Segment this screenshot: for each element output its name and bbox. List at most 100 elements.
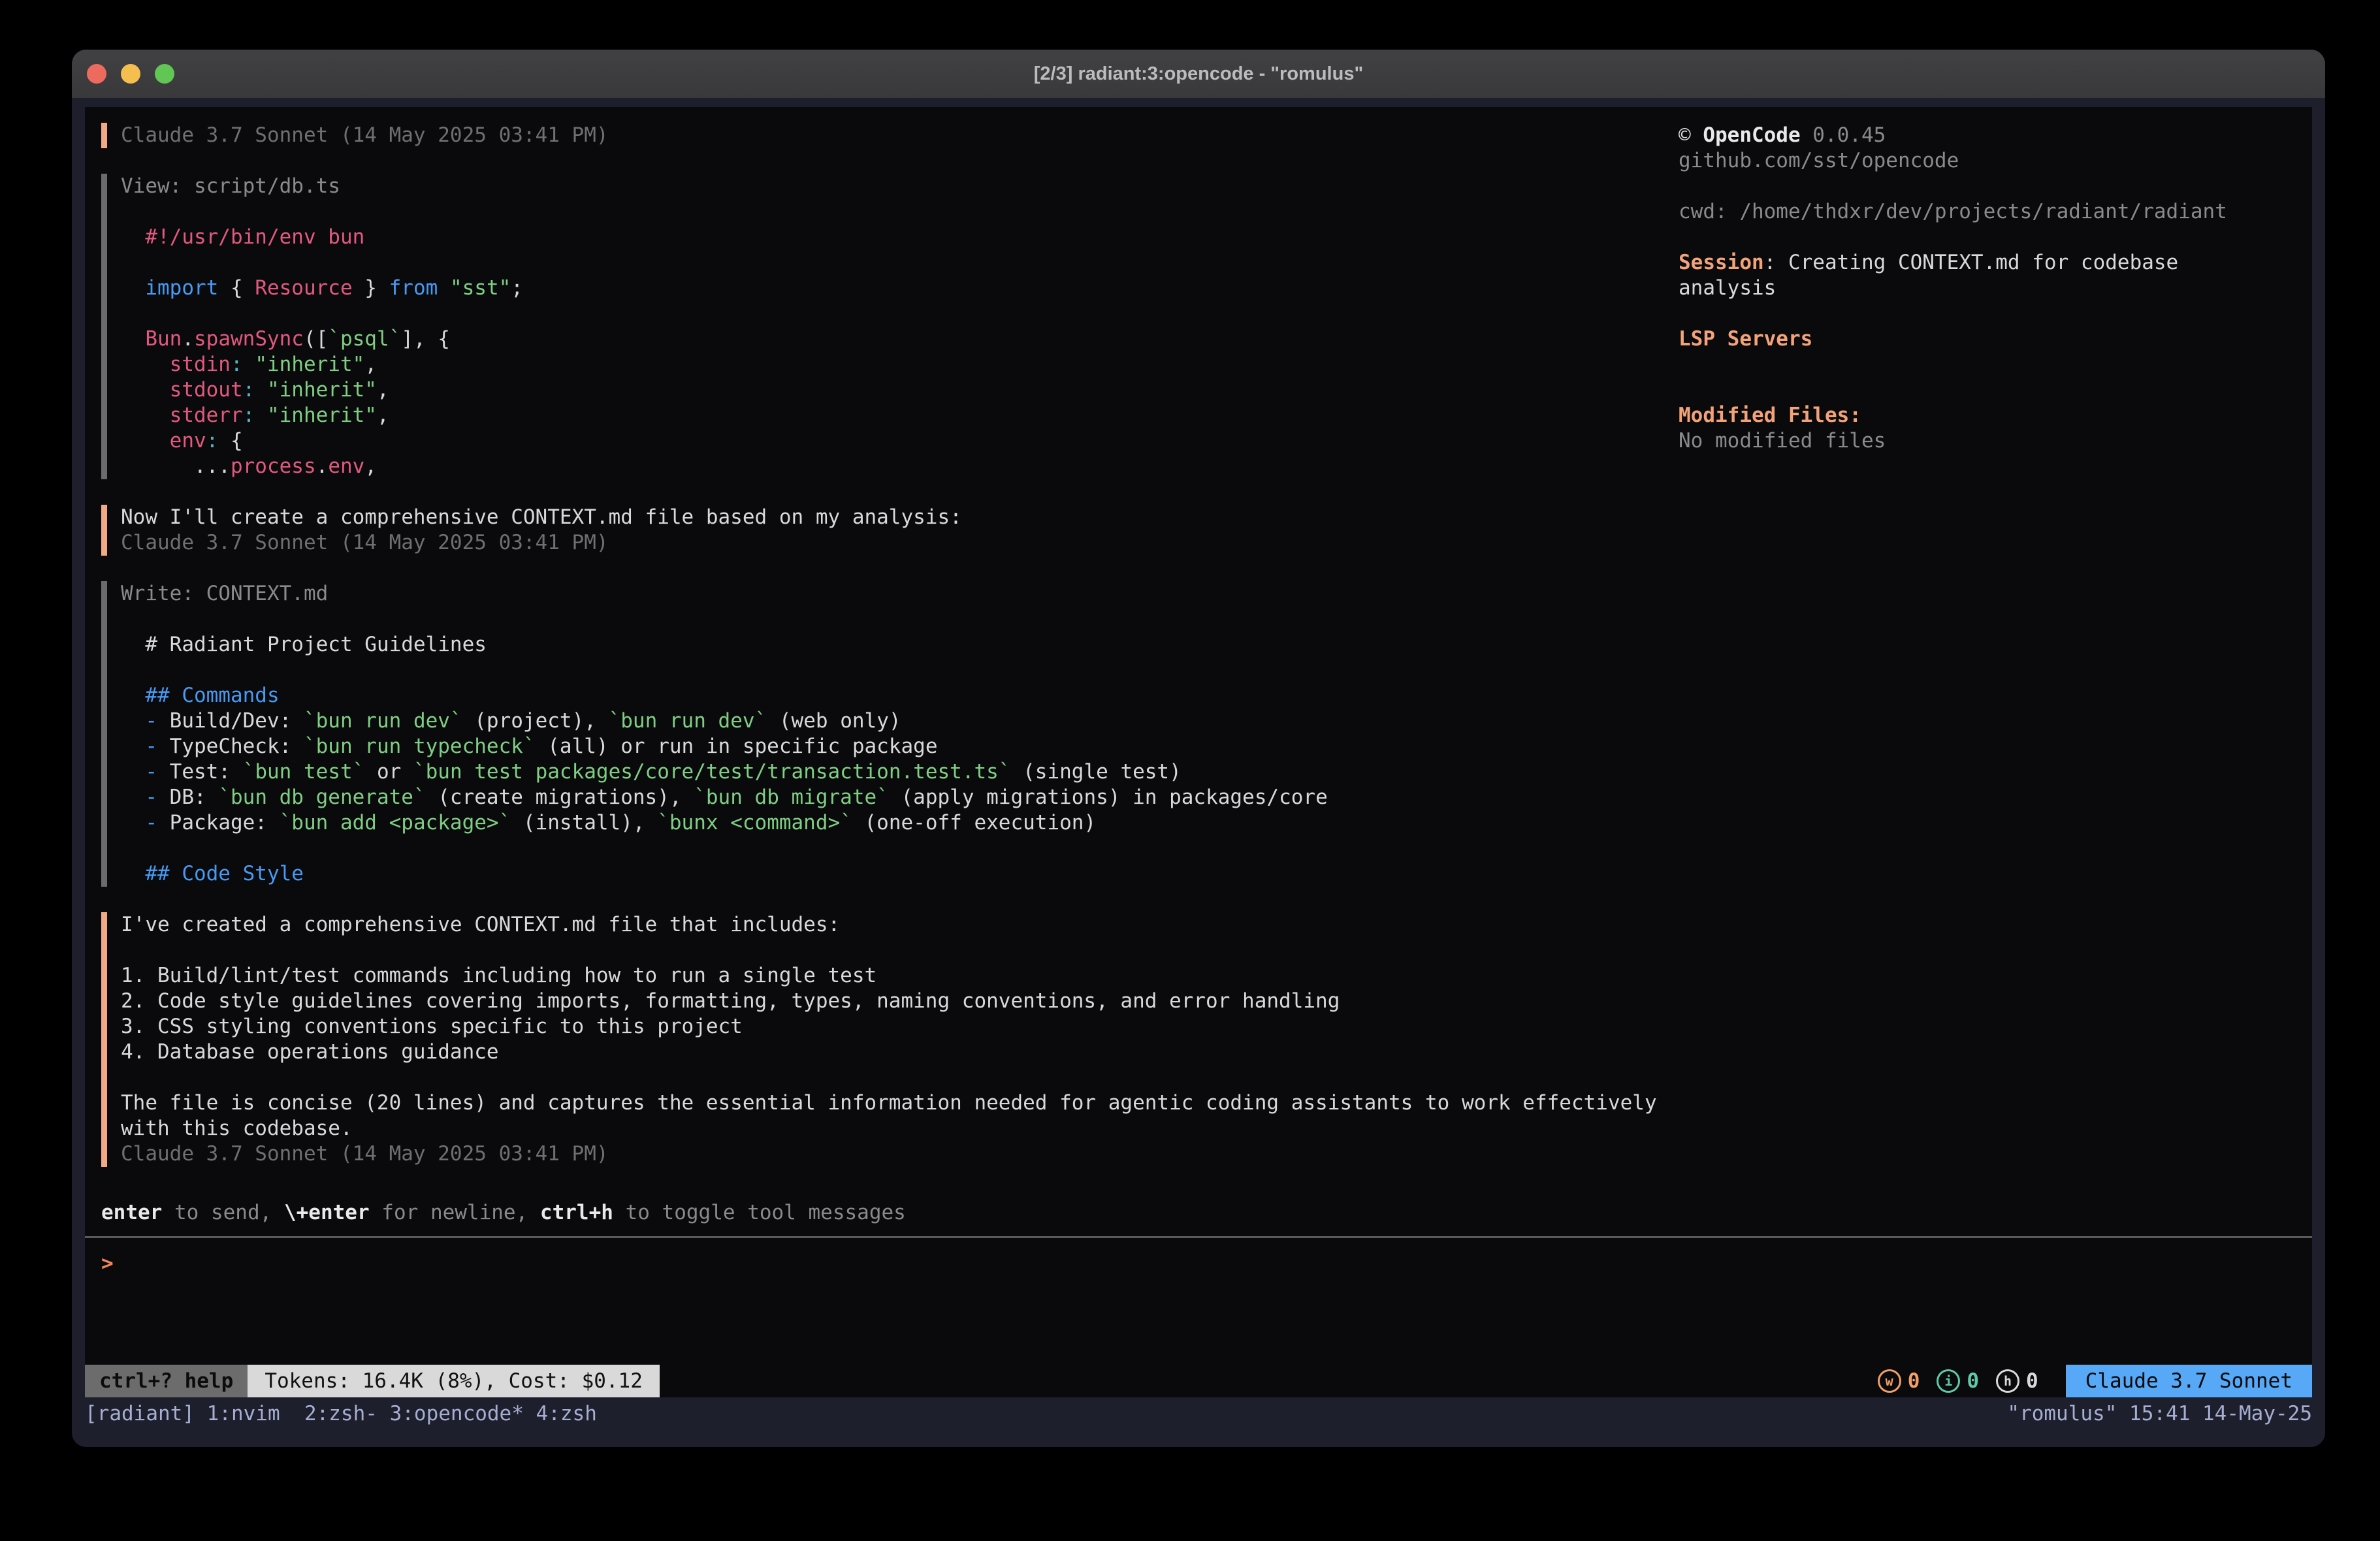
text-segment: TypeCheck: — [157, 735, 304, 758]
text-segment: { — [218, 429, 242, 453]
text-segment: `bun run typecheck` — [304, 735, 536, 758]
text-segment: Claude 3.7 Sonnet (14 May 2025 03:41 PM) — [121, 123, 609, 147]
text-segment: (install), — [511, 811, 657, 834]
text-segment — [255, 404, 267, 427]
text-segment: "inherit" — [267, 378, 377, 402]
terminal-line: - Build/Dev: `bun run dev` (project), `b… — [121, 708, 1656, 734]
terminal-line: stdin: "inherit", — [121, 352, 1656, 377]
text-segment: . — [182, 327, 194, 351]
terminal-line — [121, 301, 1656, 326]
opencode-pane: Claude 3.7 Sonnet (14 May 2025 03:41 PM)… — [85, 107, 2312, 1397]
terminal-line: 4. Database operations guidance — [121, 1040, 1656, 1065]
text-segment: Claude 3.7 Sonnet (14 May 2025 03:41 PM) — [121, 531, 609, 554]
terminal-line: 1. Build/lint/test commands including ho… — [121, 963, 1656, 989]
terminal-line — [1679, 352, 2312, 377]
terminal-line — [1679, 301, 2312, 326]
text-segment: "sst" — [450, 276, 511, 300]
model-badge[interactable]: Claude 3.7 Sonnet — [2066, 1365, 2312, 1397]
text-segment: : Creating CONTEXT.md for codebase — [1764, 251, 2179, 274]
terminal-line: cwd: /home/thdxr/dev/projects/radiant/ra… — [1679, 199, 2312, 225]
text-segment: - — [145, 735, 157, 758]
terminal-line: The file is concise (20 lines) and captu… — [121, 1090, 1656, 1116]
terminal-line: ## Commands — [121, 683, 1656, 708]
text-segment: , — [377, 404, 389, 427]
input-divider — [85, 1236, 2312, 1238]
close-button[interactable] — [87, 64, 106, 84]
terminal-line: stdout: "inherit", — [121, 377, 1656, 403]
zoom-button[interactable] — [155, 64, 174, 84]
help-shortcut-badge[interactable]: ctrl+? help — [85, 1365, 248, 1397]
window-titlebar[interactable]: [2/3] radiant:3:opencode - "romulus" — [72, 50, 2325, 99]
minimize-button[interactable] — [121, 64, 140, 84]
session-sidebar: © OpenCode 0.0.45github.com/sst/opencode… — [1679, 123, 2312, 454]
terminal-window: [2/3] radiant:3:opencode - "romulus" Cla… — [72, 50, 2325, 1447]
prompt-caret: > — [101, 1252, 114, 1275]
text-segment: (web only) — [767, 709, 901, 733]
text-segment: DB: — [157, 786, 218, 809]
terminal-line: ...process.env, — [121, 454, 1656, 479]
terminal-line: # Radiant Project Guidelines — [121, 632, 1656, 658]
terminal-line: LSP Servers — [1679, 326, 2312, 352]
text-segment: : — [243, 378, 255, 402]
text-segment: - — [145, 760, 157, 784]
text-segment: 2. Code style guidelines covering import… — [121, 989, 1340, 1013]
terminal-line — [121, 199, 1656, 225]
text-segment: 3. CSS styling conventions specific to t… — [121, 1015, 743, 1038]
text-segment: env — [328, 454, 364, 478]
text-segment: #!/usr/bin/env bun — [121, 225, 364, 249]
text-segment: ], { — [401, 327, 450, 351]
terminal-line: env: { — [121, 428, 1656, 454]
token-usage-badge: Tokens: 16.4K (8%), Cost: $0.12 — [248, 1365, 660, 1397]
text-segment: `bun add <package>` — [280, 811, 511, 834]
text-segment: spawnSync — [194, 327, 304, 351]
tmux-window-list[interactable]: [radiant] 1:nvim 2:zsh- 3:opencode* 4:zs… — [85, 1402, 597, 1425]
text-segment: : — [206, 429, 219, 453]
terminal-line — [121, 607, 1656, 632]
text-segment: ([ — [304, 327, 328, 351]
text-segment: ; — [511, 276, 523, 300]
text-segment: `psql` — [328, 327, 401, 351]
text-segment: Claude 3.7 Sonnet (14 May 2025 03:41 PM) — [121, 1142, 609, 1166]
terminal-line: Claude 3.7 Sonnet (14 May 2025 03:41 PM) — [121, 1141, 1656, 1167]
text-segment: for newline, — [370, 1201, 540, 1224]
text-segment — [255, 378, 267, 402]
text-segment: `bun run dev` — [609, 709, 767, 733]
terminal-line: import { Resource } from "sst"; — [121, 276, 1656, 301]
text-segment: import — [145, 276, 218, 300]
text-segment: Resource — [255, 276, 352, 300]
text-segment: `bun test packages/core/test/transaction… — [413, 760, 1011, 784]
tool-output-block: Write: CONTEXT.md # Radiant Project Guid… — [101, 581, 1656, 887]
text-segment: OpenCode — [1703, 123, 1800, 147]
text-segment: - — [145, 811, 157, 834]
text-segment — [121, 378, 170, 402]
text-segment: analysis — [1679, 276, 1776, 300]
text-segment — [243, 353, 255, 376]
terminal-body: Claude 3.7 Sonnet (14 May 2025 03:41 PM)… — [72, 98, 2325, 1447]
prompt-input[interactable]: > — [101, 1251, 114, 1277]
opencode-statusbar: ctrl+? help Tokens: 16.4K (8%), Cost: $0… — [85, 1365, 2312, 1397]
text-segment: (all) or run in specific package — [536, 735, 938, 758]
terminal-line: Now I'll create a comprehensive CONTEXT.… — [121, 505, 1656, 530]
text-segment: ... — [121, 454, 231, 478]
text-segment: 4. Database operations guidance — [121, 1040, 499, 1064]
text-segment — [121, 276, 145, 300]
text-segment: `bun db generate` — [218, 786, 425, 809]
text-segment: (create migrations), — [426, 786, 694, 809]
text-segment: (apply migrations) in packages/core — [889, 786, 1328, 809]
text-segment: \+enter — [284, 1201, 370, 1224]
tmux-statusbar: [radiant] 1:nvim 2:zsh- 3:opencode* 4:zs… — [85, 1397, 2312, 1430]
text-segment: ## Commands — [121, 684, 280, 707]
tmux-host-clock: "romulus" 15:41 14-May-25 — [2007, 1402, 2312, 1425]
terminal-line: with this codebase. — [121, 1116, 1656, 1141]
warning-count-value: 0 — [1908, 1369, 1920, 1393]
text-segment: env — [170, 429, 206, 453]
hint-count-value: 0 — [2026, 1369, 2038, 1393]
terminal-line: ## Code Style — [121, 861, 1656, 887]
text-segment: github.com/sst/opencode — [1679, 149, 1959, 172]
text-segment: `bun db migrate` — [694, 786, 889, 809]
text-segment: Bun — [145, 327, 182, 351]
text-segment: enter — [101, 1201, 162, 1224]
statusbar-left: ctrl+? help Tokens: 16.4K (8%), Cost: $0… — [85, 1365, 660, 1397]
text-segment: ## Code Style — [121, 862, 304, 885]
text-segment: Modified Files: — [1679, 404, 1861, 427]
